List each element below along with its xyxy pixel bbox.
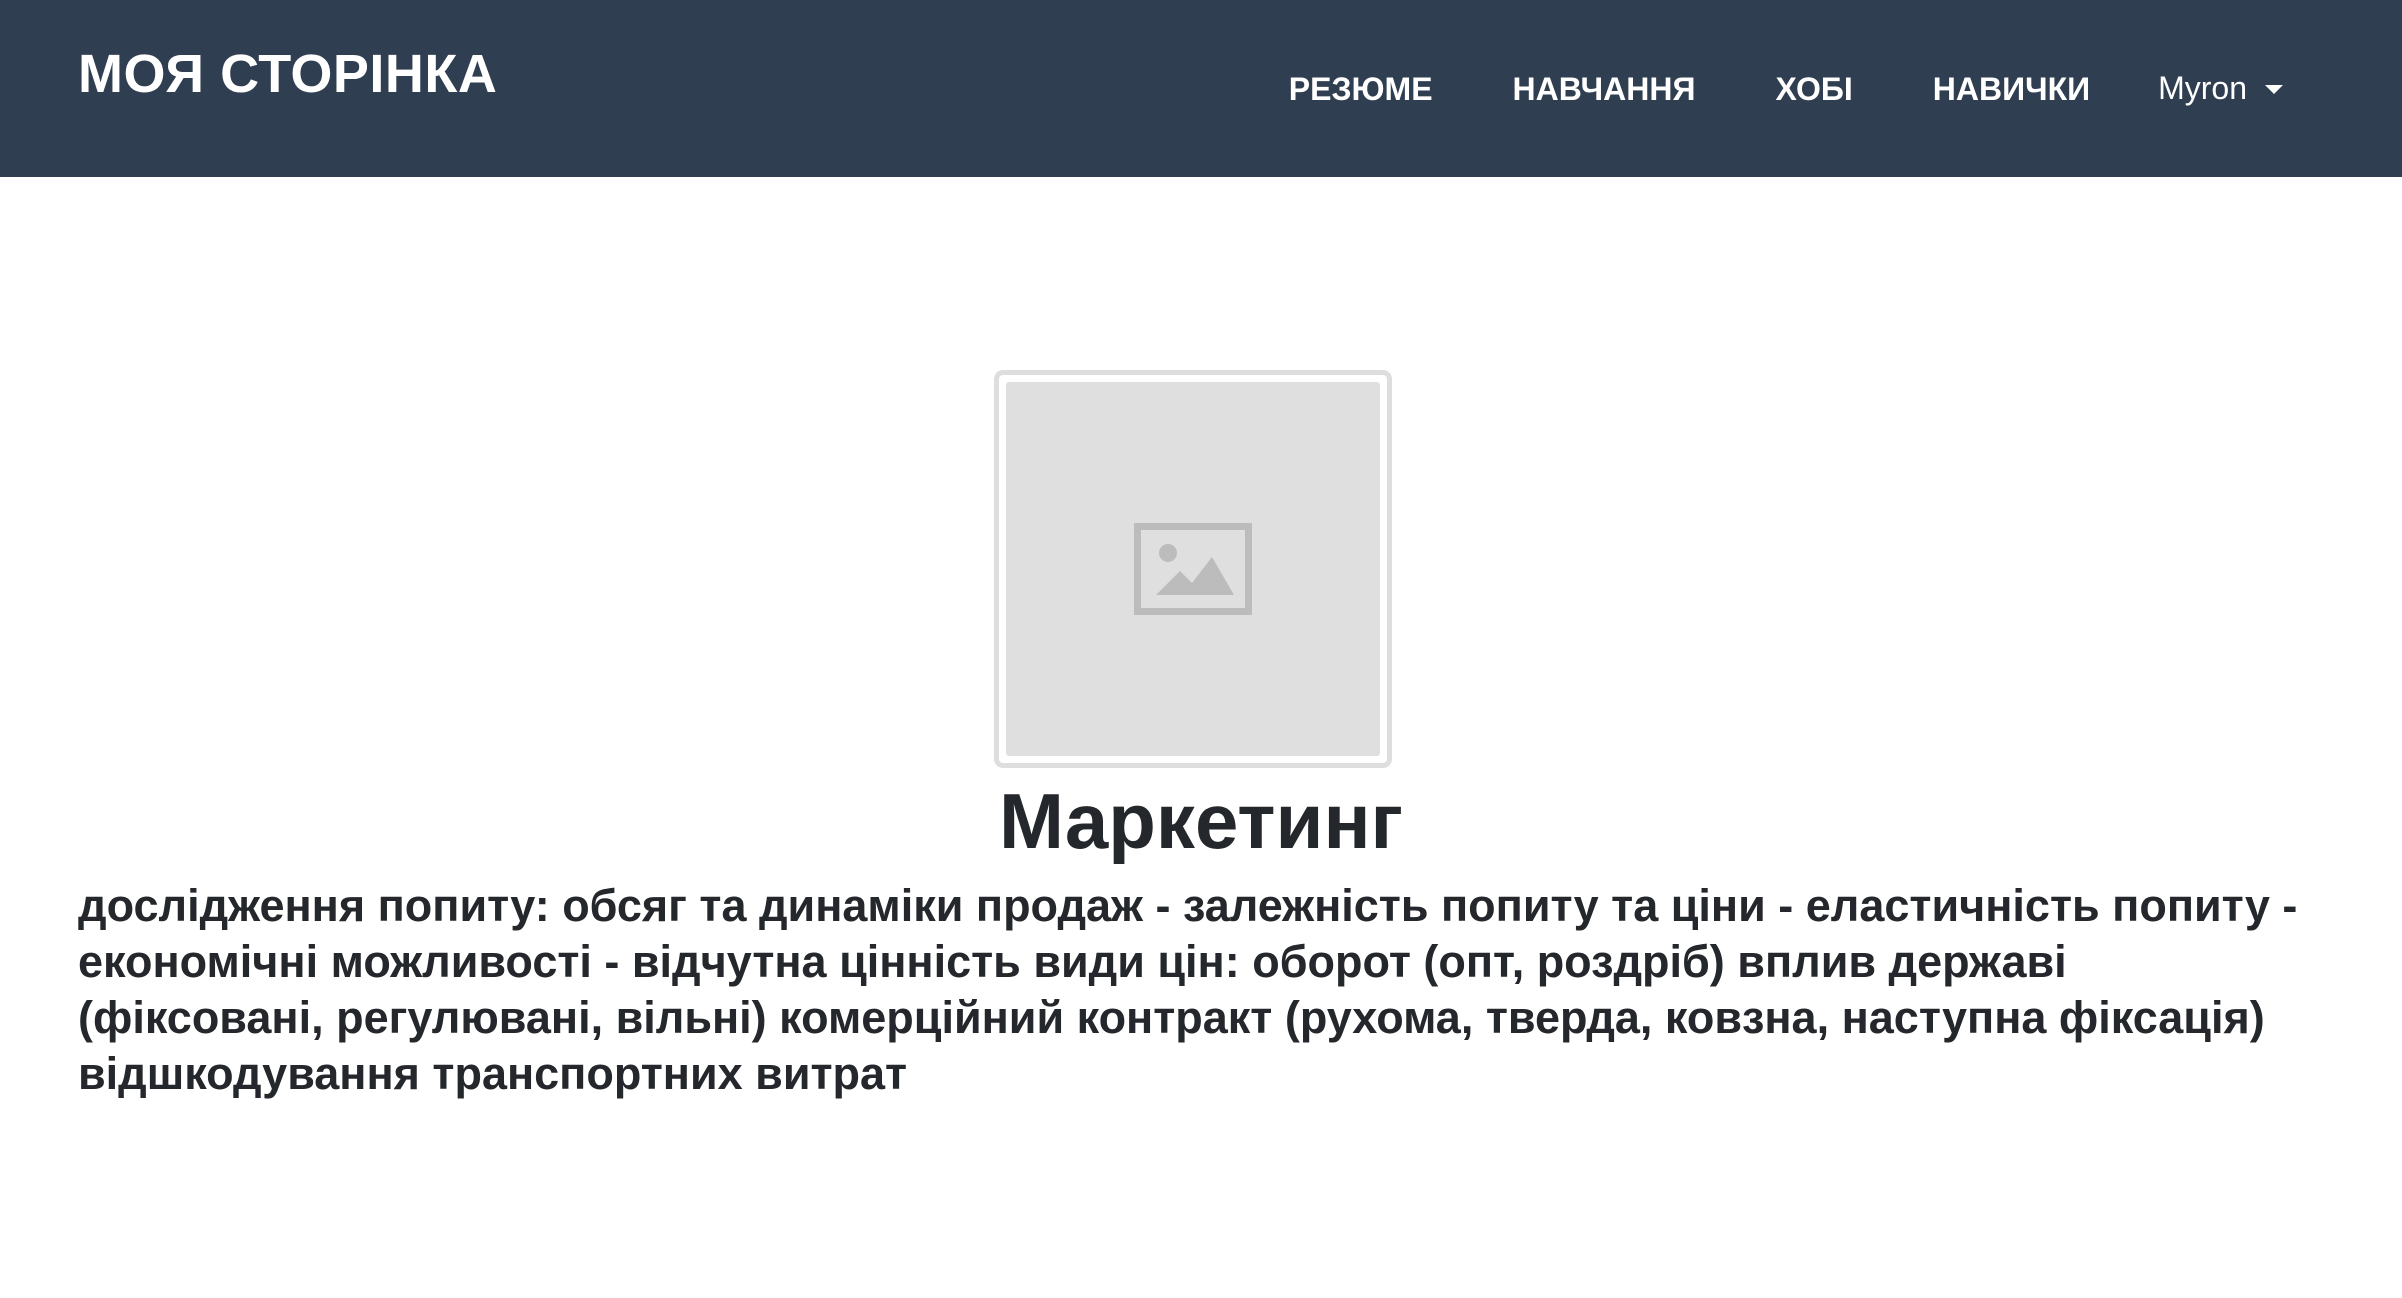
nav-link-resume[interactable]: РЕЗЮМЕ: [1289, 69, 1433, 109]
page-description: дослідження попиту: обсяг та динаміки пр…: [78, 880, 2298, 1099]
nav-menu: РЕЗЮМЕ НАВЧАННЯ ХОБІ НАВИЧКИ Myron: [1289, 0, 2283, 177]
image-thumbnail: [994, 370, 1392, 768]
image-placeholder: [1006, 382, 1380, 756]
page-title: Маркетинг: [998, 777, 1404, 865]
brand-link[interactable]: МОЯ СТОРІНКА: [78, 44, 497, 104]
user-name: Myron: [2158, 70, 2247, 106]
user-dropdown[interactable]: Myron: [2158, 70, 2283, 107]
navbar: МОЯ СТОРІНКА РЕЗЮМЕ НАВЧАННЯ ХОБІ НАВИЧК…: [0, 0, 2402, 177]
nav-link-skills[interactable]: НАВИЧКИ: [1933, 69, 2090, 109]
image-placeholder-icon: [1134, 523, 1252, 615]
nav-link-hobby[interactable]: ХОБІ: [1775, 69, 1852, 109]
nav-link-education[interactable]: НАВЧАННЯ: [1513, 69, 1696, 109]
caret-down-icon: [2265, 85, 2283, 94]
